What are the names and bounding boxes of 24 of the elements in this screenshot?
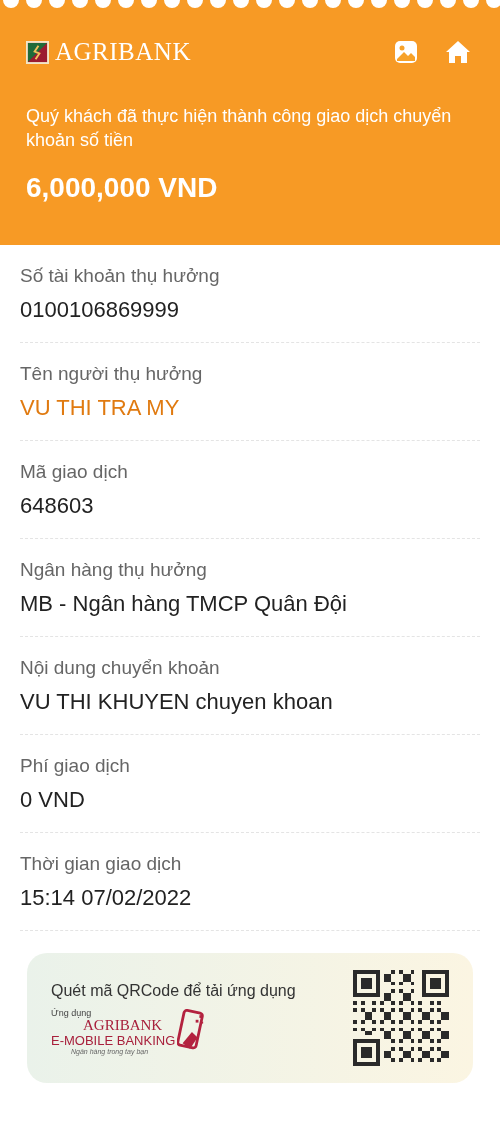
- app-name: E-MOBILE BANKING: [51, 1032, 176, 1048]
- field-label: Tên người thụ hưởng: [20, 362, 204, 386]
- field-value: VU THI KHUYEN chuyen khoan: [20, 688, 334, 716]
- brand-name: AGRIBANK: [55, 38, 191, 66]
- field-value: 0 VND: [20, 786, 86, 814]
- field-label: Phí giao dịch: [20, 754, 131, 778]
- field-label: Mã giao dịch: [20, 460, 129, 484]
- logo-icon: [26, 40, 49, 64]
- field-value: 648603: [20, 492, 95, 520]
- field-label: Ngân hàng thụ hưởng: [20, 558, 208, 582]
- promo-title: Quét mã QRCode để tải ứng dụng: [51, 981, 296, 1000]
- field-label: Số tài khoản thụ hưởng: [20, 264, 221, 288]
- app-label: Ứng dụng: [51, 1007, 93, 1018]
- field-label: Thời gian giao dịch: [20, 852, 183, 876]
- field-value: 0100106869999: [20, 296, 181, 324]
- app-brand: AGRIBANK: [83, 1017, 164, 1033]
- field-value: MB - Ngân hàng TMCP Quân Đội: [20, 590, 348, 618]
- image-icon[interactable]: [394, 40, 418, 64]
- transfer-amount: 6,000,000 VND: [26, 172, 219, 204]
- success-message: Quý khách đã thực hiện thành công giao dịch chuyển khoản số tiền: [26, 105, 453, 152]
- field-value: VU THI TRA MY: [20, 394, 181, 422]
- home-icon[interactable]: [444, 40, 472, 64]
- field-value: 15:14 07/02/2022: [20, 884, 193, 912]
- field-label: Nội dung chuyển khoản: [20, 656, 221, 680]
